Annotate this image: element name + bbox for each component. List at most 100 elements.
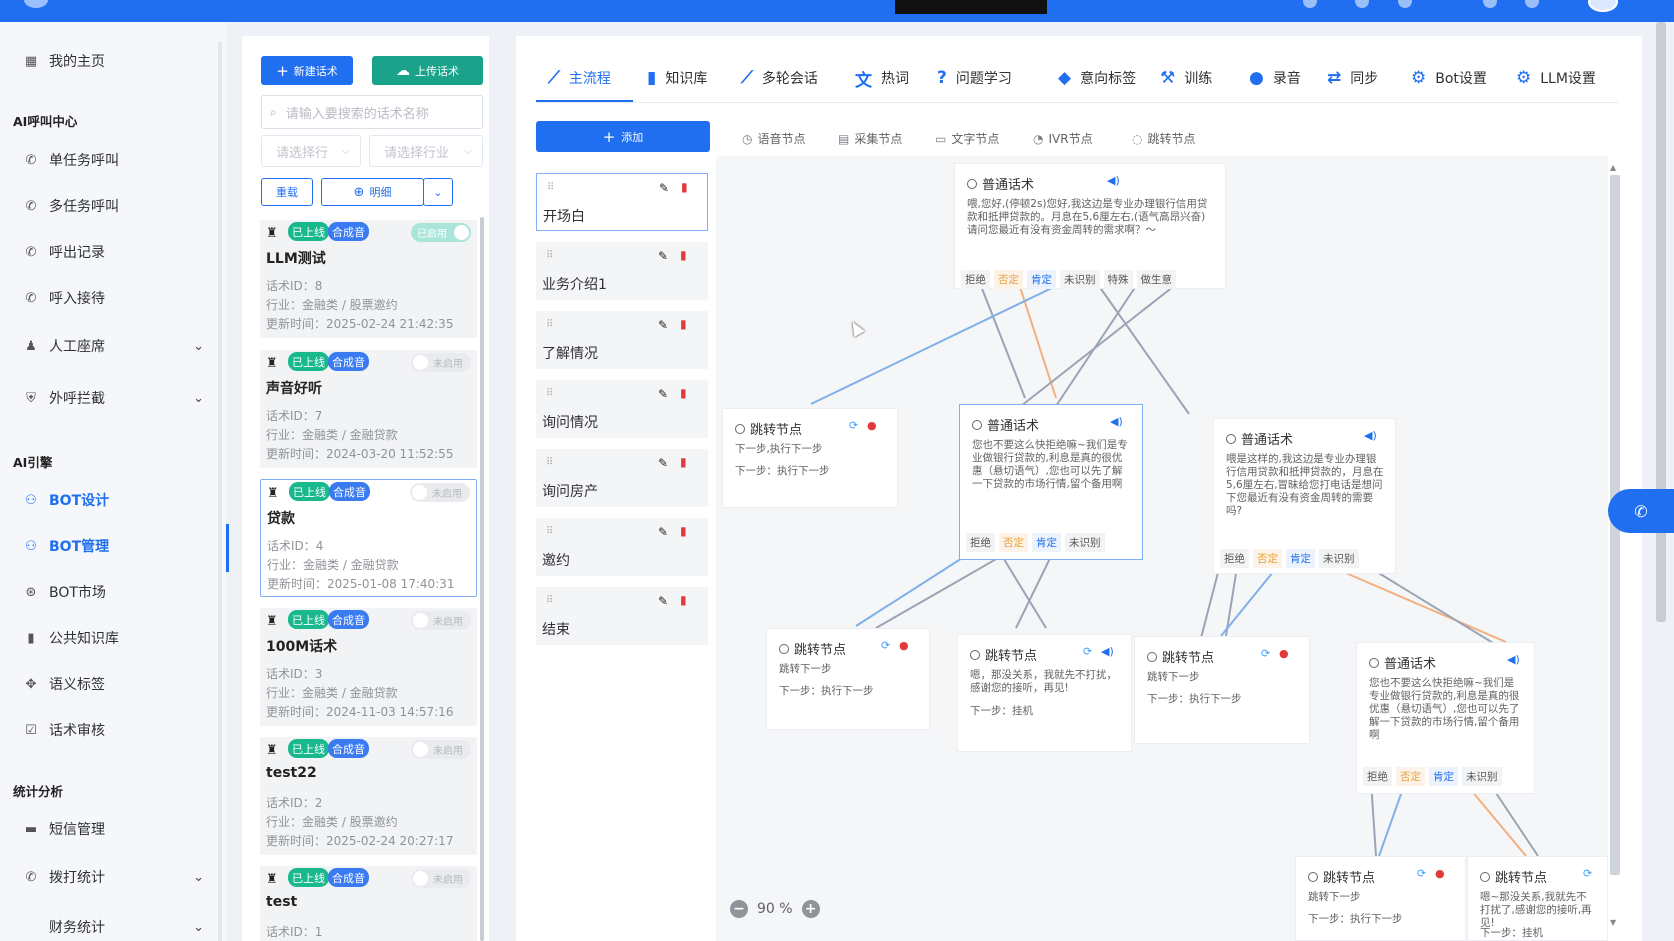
- help-icon[interactable]: [1355, 0, 1369, 8]
- speaker-icon[interactable]: ◀): [1110, 415, 1123, 428]
- edit-icon[interactable]: ✎: [658, 456, 668, 470]
- avatar[interactable]: [1588, 0, 1618, 12]
- microphone-icon[interactable]: ●: [867, 419, 877, 432]
- drag-handle-icon[interactable]: ⠿: [547, 182, 554, 193]
- flow-node-jump[interactable]: 跳转节点 ⟳ ● 下一步,执行下一步 下一步：执行下一步: [722, 408, 898, 508]
- sidebar-item-bot-market[interactable]: ⊛ BOT市场: [0, 575, 218, 609]
- upload-script-button[interactable]: ☁ 上传话术: [372, 56, 483, 85]
- flow-node-talk[interactable]: 普通话术 ◀) 您也不要这么快拒绝嘛~我们是专业做银行贷款的,利息是真的很优惠（悬切…: [959, 404, 1143, 560]
- drag-handle-icon[interactable]: ⠿: [546, 388, 553, 399]
- zoom-in-button[interactable]: +: [801, 900, 820, 918]
- zoom-out-button[interactable]: −: [730, 900, 748, 918]
- delete-icon[interactable]: ▮: [681, 180, 688, 194]
- step-item[interactable]: ⠿ ✎ ▮ 开场白: [536, 173, 708, 231]
- sidebar-item-semantic-tags[interactable]: ✥ 语义标签: [0, 667, 218, 701]
- branch-tag[interactable]: 肯定: [1032, 533, 1061, 552]
- cycle-icon[interactable]: ⟳: [1583, 867, 1592, 880]
- enable-toggle[interactable]: 未启用: [411, 740, 471, 759]
- sidebar-item-bot-design[interactable]: ⚇ BOT设计: [0, 483, 218, 517]
- tab-recording[interactable]: ● 录音: [1249, 68, 1301, 88]
- node-type-button[interactable]: ◌ 跳转节点: [1132, 130, 1196, 147]
- script-card[interactable]: ♜ 已上线 合成音 未启用 声音好听 话术ID：7 行业：金融类 / 金融贷款 更新时间：20…: [260, 350, 477, 468]
- branch-tag[interactable]: 未识别: [1065, 533, 1105, 552]
- flow-node-jump[interactable]: 跳转节点 ⟳ ● 跳转下一步 下一步：执行下一步: [1134, 636, 1310, 744]
- tab-llm-settings[interactable]: ⚙ LLM设置: [1516, 68, 1596, 88]
- edit-icon[interactable]: ✎: [658, 387, 668, 401]
- sidebar-item-single-call[interactable]: ✆ 单任务呼叫: [0, 143, 218, 177]
- flow-node-jump[interactable]: 跳转节点 ⟳ ◀) 嗯，那没关系，我就先不打扰，感谢您的接听，再见! 下一步：挂机: [957, 634, 1132, 752]
- sidebar-item-manual-seat[interactable]: ♟ 人工座席 ⌄: [0, 329, 218, 363]
- speaker-icon[interactable]: ◀): [1101, 645, 1114, 658]
- microphone-icon[interactable]: ●: [1279, 647, 1289, 660]
- step-item[interactable]: ⠿ ✎ ▮ 询问情况: [536, 380, 708, 438]
- drag-handle-icon[interactable]: ⠿: [546, 457, 553, 468]
- node-type-button[interactable]: ▤ 采集节点: [838, 130, 902, 147]
- tab-question-learning[interactable]: ? 问题学习: [937, 68, 1012, 88]
- enable-toggle[interactable]: 已启用: [411, 223, 471, 242]
- cycle-icon[interactable]: ⟳: [849, 419, 858, 432]
- branch-tag[interactable]: 肯定: [1429, 767, 1458, 786]
- edit-icon[interactable]: ✎: [658, 594, 668, 608]
- notification-icon[interactable]: [1303, 0, 1317, 8]
- scroll-up-icon[interactable]: ▲: [1610, 163, 1616, 172]
- branch-tag[interactable]: 拒绝: [966, 533, 995, 552]
- script-card[interactable]: ♜ 已上线 合成音 未启用 100M话术 话术ID：3 行业：金融类 / 金融贷款 更新时间：…: [260, 608, 477, 726]
- microphone-icon[interactable]: ●: [899, 639, 909, 652]
- speaker-icon[interactable]: ◀): [1364, 429, 1377, 442]
- enable-toggle[interactable]: 未启用: [410, 483, 470, 502]
- step-item[interactable]: ⠿ ✎ ▮ 邀约: [536, 518, 708, 576]
- branch-tag[interactable]: 未识别: [1060, 270, 1100, 289]
- branch-tag[interactable]: 否定: [999, 533, 1028, 552]
- tab-main-flow[interactable]: ⟋ 主流程: [548, 68, 611, 88]
- sidebar-item-outbound-block[interactable]: ⛨ 外呼拦截 ⌄: [0, 381, 218, 415]
- branch-tag[interactable]: 未识别: [1319, 549, 1359, 568]
- tab-knowledge[interactable]: ▮ 知识库: [647, 68, 707, 88]
- enable-toggle[interactable]: 未启用: [411, 611, 471, 630]
- flow-node-jump[interactable]: 跳转节点 ⟳ 嗯~那没关系,我就先不打扰了,感谢您的接听,再见! 下一步：挂机: [1467, 856, 1608, 941]
- tab-multi-turn[interactable]: ⟋ 多轮会话: [741, 68, 818, 88]
- sidebar-item-public-kb[interactable]: ▮ 公共知识库: [0, 621, 218, 655]
- branch-tag[interactable]: 拒绝: [961, 270, 990, 289]
- delete-icon[interactable]: ▮: [680, 455, 687, 469]
- delete-icon[interactable]: ▮: [680, 524, 687, 538]
- tab-bot-settings[interactable]: ⚙ Bot设置: [1411, 68, 1487, 88]
- delete-icon[interactable]: ▮: [680, 386, 687, 400]
- sidebar-item-dial-stats[interactable]: ✆ 拨打统计 ⌄: [0, 860, 218, 894]
- enable-toggle[interactable]: 未启用: [411, 869, 471, 888]
- sidebar-scrollbar[interactable]: [218, 42, 222, 941]
- tab-intent-tags[interactable]: ◆ 意向标签: [1058, 68, 1136, 88]
- delete-icon[interactable]: ▮: [680, 248, 687, 262]
- delete-icon[interactable]: ▮: [680, 317, 687, 331]
- rank-select[interactable]: 请选择行 ⌵: [261, 135, 361, 167]
- drag-handle-icon[interactable]: ⠿: [546, 250, 553, 261]
- sidebar-item-multi-call[interactable]: ✆ 多任务呼叫: [0, 189, 218, 223]
- dropdown-toggle-button[interactable]: ⌄: [423, 178, 453, 206]
- canvas-scrollbar[interactable]: ▲ ▼: [1609, 163, 1621, 927]
- tag-dropdown-button[interactable]: ⊕ 明细: [321, 178, 424, 206]
- flow-node-jump[interactable]: 跳转节点 ⟳ ● 跳转下一步 下一步：执行下一步: [1295, 856, 1466, 941]
- sidebar-item-script-review[interactable]: ☑ 话术审核: [0, 713, 218, 747]
- branch-tag[interactable]: 做生意: [1136, 270, 1176, 289]
- branch-tag[interactable]: 否定: [994, 270, 1023, 289]
- step-item[interactable]: ⠿ ✎ ▮ 业务介绍1: [536, 242, 708, 300]
- microphone-icon[interactable]: ●: [1435, 867, 1445, 880]
- branch-tag[interactable]: 拒绝: [1220, 549, 1249, 568]
- branch-tag[interactable]: 否定: [1396, 767, 1425, 786]
- industry-select[interactable]: 请选择行业 ⌵: [369, 135, 483, 167]
- drag-handle-icon[interactable]: ⠿: [546, 595, 553, 606]
- enable-toggle[interactable]: 未启用: [411, 353, 471, 372]
- node-type-button[interactable]: ▭ 文字节点: [935, 130, 999, 147]
- step-item[interactable]: ⠿ ✎ ▮ 结束: [536, 587, 708, 645]
- edit-icon[interactable]: ✎: [658, 249, 668, 263]
- branch-tag[interactable]: 肯定: [1286, 549, 1315, 568]
- script-card[interactable]: ♜ 已上线 合成音 未启用 test22 话术ID：2 行业：金融类 / 股票邀约 更新时间：…: [260, 737, 477, 855]
- scroll-down-icon[interactable]: ▼: [1610, 918, 1616, 927]
- drag-handle-icon[interactable]: ⠿: [546, 319, 553, 330]
- sidebar-item-bot-manage[interactable]: ⚇ BOT管理: [0, 529, 218, 563]
- language-icon[interactable]: [1525, 0, 1539, 8]
- branch-tag[interactable]: 特殊: [1103, 270, 1133, 289]
- sidebar-item-sms[interactable]: ▬ 短信管理: [0, 812, 218, 846]
- add-step-button[interactable]: + 添加: [536, 121, 710, 152]
- tab-sync[interactable]: ⇄ 同步: [1327, 68, 1378, 88]
- branch-tag[interactable]: 否定: [1253, 549, 1282, 568]
